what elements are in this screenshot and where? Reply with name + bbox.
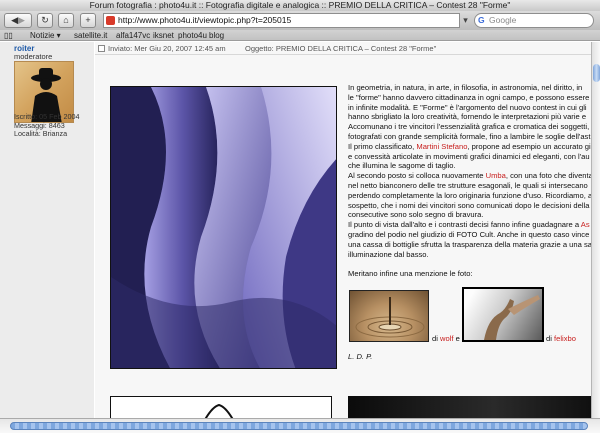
second-photo[interactable] <box>110 396 332 418</box>
article-line: Al secondo posto si colloca nuovamente U… <box>348 171 591 181</box>
poster-stats: Iscritto: 05 Feb 2004 Messaggi: 8463 Loc… <box>14 112 80 139</box>
article-line: hanno sbrigliato la loro creatività, for… <box>348 112 587 122</box>
forward-arrow-icon[interactable]: ▶ <box>18 15 25 25</box>
poster-info: roiter moderatore Iscritto: 05 Feb 2004 … <box>0 42 94 418</box>
article-text-part: , con una foto che diventa <box>505 171 591 181</box>
poster-rank: moderatore <box>14 52 53 61</box>
article-line: Accomunano i tre vincitori l'essenzialit… <box>348 122 590 132</box>
bookmarks-icon[interactable]: ▯▯ <box>4 30 13 41</box>
url-text[interactable]: http://www.photo4u.it/viewtopic.php?t=20… <box>118 15 291 25</box>
mention-caption-felixbo: di felixbo <box>546 334 576 343</box>
mention-link-felixbo[interactable]: felixbo <box>554 334 576 343</box>
bookmark-satellite[interactable]: satellite.it <box>74 30 107 41</box>
reload-icon: ↻ <box>41 15 49 25</box>
back-forward-buttons[interactable]: ◀▶ <box>4 13 32 28</box>
vertical-scrollbar[interactable] <box>591 42 600 418</box>
bookmark-blog[interactable]: blog <box>209 30 224 41</box>
article-line: nel netto bianconero delle tre strutture… <box>348 180 588 190</box>
article-line: e convessità articolate in movimenti gra… <box>348 151 590 161</box>
back-arrow-icon[interactable]: ◀ <box>11 15 18 25</box>
article-line: Meritano infine una menzione le foto: <box>348 269 473 279</box>
article-line: illuminazione dal basso. <box>348 249 429 259</box>
browser-toolbar: ◀▶ ↻ ⌂ + http://www.photo4u.it/viewtopic… <box>0 11 600 30</box>
post-subject: Oggetto: PREMIO DELLA CRITICA – Contest … <box>245 44 437 53</box>
search-placeholder: Google <box>489 15 517 25</box>
window-title: Forum fotografia : photo4u.it :: Fotogra… <box>0 0 600 11</box>
home-button[interactable]: ⌂ <box>58 13 74 28</box>
caption-text: di <box>546 334 555 343</box>
url-dropdown-icon[interactable]: ▾ <box>461 13 470 28</box>
post-date: Inviato: Mer Giu 20, 2007 12:45 am <box>108 44 226 53</box>
poster-location: Località: Brianza <box>14 129 68 138</box>
caption-text: e <box>453 334 460 343</box>
bookmark-photo4u[interactable]: photo4u <box>178 30 207 41</box>
article-line: gradino del podio nel giudizio di FOTO C… <box>348 229 591 239</box>
article-line: Il primo classificato, Martini Stefano, … <box>348 142 591 152</box>
mention-photo-felixbo[interactable] <box>462 287 544 342</box>
post-header: Inviato: Mer Giu 20, 2007 12:45 am Ogget… <box>95 42 591 55</box>
vertical-scroll-thumb[interactable] <box>593 64 600 82</box>
bookmark-iksnet[interactable]: iksnet <box>153 30 174 41</box>
mention-caption-wolf: di wolf e <box>432 334 460 343</box>
home-icon: ⌂ <box>63 15 69 25</box>
reload-button[interactable]: ↻ <box>37 13 53 28</box>
article-text: In geometria, in natura, in arte, in fil… <box>348 83 591 279</box>
post-body: Inviato: Mer Giu 20, 2007 12:45 am Ogget… <box>95 42 591 418</box>
horizontal-scrollbar[interactable] <box>0 418 600 433</box>
bookmarks-bar: ▯▯ Notizie ▾ satellite.it alfa147vc iksn… <box>0 30 600 41</box>
article-text-part: Al secondo posto si colloca nuovamente <box>348 171 486 181</box>
caption-text: di <box>432 334 441 343</box>
winner-link-martini[interactable]: Martini Stefano <box>416 142 467 151</box>
author-signature: L. D. P. <box>348 352 373 361</box>
horizontal-scroll-thumb[interactable] <box>10 422 588 430</box>
article-line: sospetto, che i nomi dei vincitori sono … <box>348 200 591 210</box>
article-line: fotografati con grande semplicità formal… <box>348 131 591 141</box>
article-line: In geometria, in natura, in arte, in fil… <box>348 83 583 92</box>
page-content: roiter moderatore Iscritto: 05 Feb 2004 … <box>0 42 591 418</box>
article-line: perdendo completamente la loro originari… <box>348 190 591 200</box>
plus-icon: + <box>85 15 91 25</box>
article-line: in infinite modalità. E "Forme" è l'argo… <box>348 102 587 112</box>
article-line: consecutive sono solo segno di bravura. <box>348 210 484 220</box>
mention-photo-wolf[interactable] <box>349 290 429 342</box>
bookmark-notizie[interactable]: Notizie ▾ <box>30 30 61 41</box>
article-text-part: Il primo classificato, <box>348 141 417 151</box>
site-favicon-icon <box>106 16 115 25</box>
article-line: che illumina le sagome di taglio. <box>348 161 456 171</box>
winner-link-third[interactable]: As <box>581 220 590 229</box>
mention-link-wolf[interactable]: wolf <box>440 334 454 343</box>
winner-link-umba[interactable]: Umba <box>486 171 506 180</box>
add-bookmark-button[interactable]: + <box>80 13 96 28</box>
article-text-part: , propone ad esempio un accurato gio <box>467 141 591 151</box>
article-text-part: Il punto di vista dall'alto e i contrast… <box>348 220 581 230</box>
third-photo[interactable] <box>348 396 591 418</box>
winning-photo[interactable] <box>110 86 337 369</box>
search-input[interactable]: G Google <box>474 13 594 28</box>
post-icon[interactable] <box>98 45 105 52</box>
article-line: una cassa di bottiglie sfrutta la traspa… <box>348 239 591 249</box>
bookmark-alfa147vc[interactable]: alfa147vc <box>116 30 150 41</box>
google-search-icon[interactable]: G <box>478 14 485 27</box>
address-bar[interactable]: http://www.photo4u.it/viewtopic.php?t=20… <box>103 13 460 28</box>
article-line: Il punto di vista dall'alto e i contrast… <box>348 220 591 230</box>
article-line: le "forme" hanno davvero cittadinanza in… <box>348 92 590 102</box>
